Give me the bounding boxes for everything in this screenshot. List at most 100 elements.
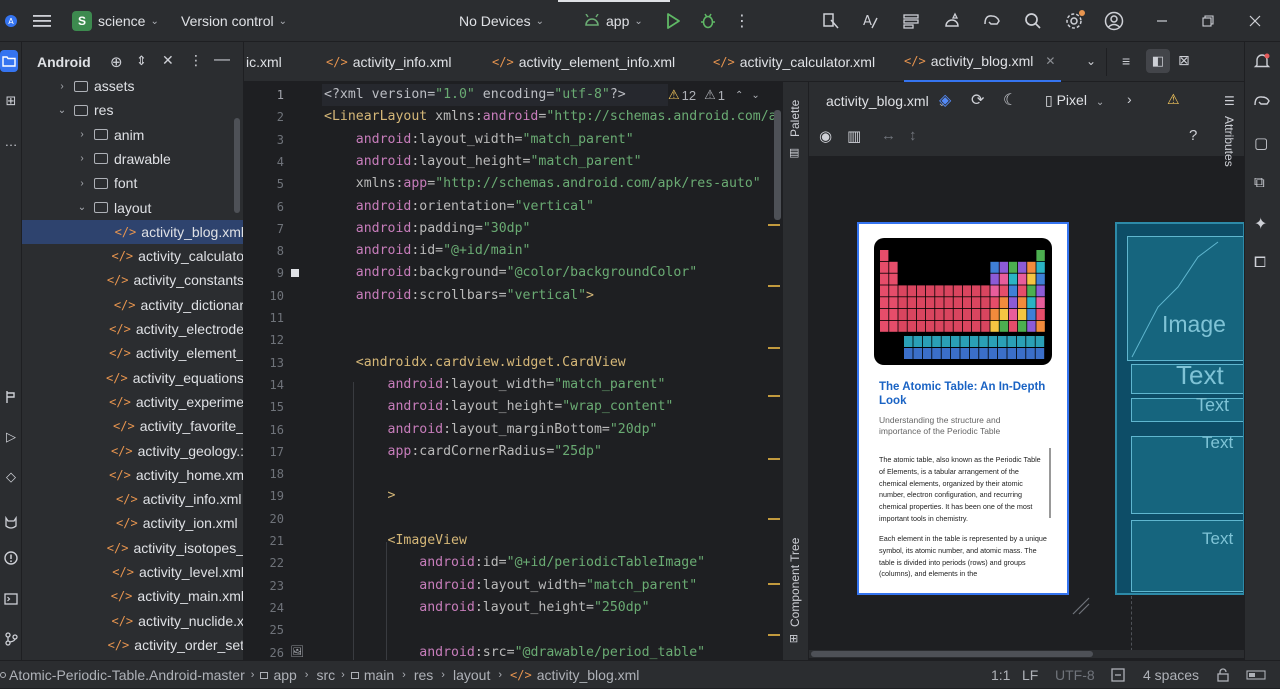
- tree-item[interactable]: </> activity_dictionar: [22, 293, 243, 317]
- settings-gear-icon[interactable]: [1063, 10, 1085, 32]
- tree-item[interactable]: › drawable: [22, 147, 243, 171]
- editor-scrollbar[interactable]: [774, 110, 781, 220]
- run-tool-icon[interactable]: ▷: [0, 426, 22, 448]
- chevron-right-icon[interactable]: ›: [76, 178, 88, 189]
- translate-icon[interactable]: A: [860, 10, 882, 32]
- chevron-down-icon[interactable]: ⌄: [76, 202, 88, 213]
- build-variants-icon[interactable]: [0, 386, 22, 408]
- tree-item[interactable]: › assets: [22, 74, 243, 98]
- code-line[interactable]: xmlns:app="http://schemas.android.com/ap…: [324, 176, 761, 191]
- chevron-right-icon[interactable]: ›: [76, 129, 88, 140]
- blueprint-preview[interactable]: Image Text Text Text Text: [1115, 222, 1244, 595]
- tree-item[interactable]: </> activity_favorite_: [22, 414, 243, 438]
- app-quality-icon[interactable]: ◇: [0, 466, 22, 488]
- tree-item[interactable]: </> activity_nuclide.x: [22, 609, 243, 633]
- tab-activity-info[interactable]: </> activity_info.xml: [326, 42, 452, 82]
- chevron-down-icon[interactable]: ⌄: [56, 105, 68, 116]
- project-view-selector[interactable]: Android: [37, 54, 91, 70]
- options-icon[interactable]: ⋮: [189, 52, 203, 69]
- code-line[interactable]: android:layout_marginBottom="20dp": [324, 422, 658, 437]
- debug-icon[interactable]: [697, 10, 719, 32]
- preview-file-selector[interactable]: activity_blog.xml ⌄: [826, 93, 946, 109]
- collapse-all-icon[interactable]: ✕: [162, 52, 174, 69]
- design-view-icon[interactable]: ⊠: [1178, 52, 1190, 69]
- warning-marker[interactable]: [768, 347, 780, 349]
- image-preview-icon[interactable]: 🖼: [290, 645, 304, 658]
- expand-all-icon[interactable]: ⇕: [136, 53, 147, 69]
- warning-marker[interactable]: [768, 458, 780, 460]
- file-encoding[interactable]: UTF-8: [1055, 661, 1095, 689]
- tree-item[interactable]: </> activity_blog.xml: [22, 219, 243, 244]
- code-line[interactable]: android:layout_height="250dp": [324, 600, 649, 615]
- android-studio-logo-icon[interactable]: A: [0, 10, 22, 32]
- running-devices-icon[interactable]: ⧠: [1254, 254, 1266, 271]
- code-line[interactable]: android:src="@drawable/period_table": [324, 645, 705, 660]
- tree-item[interactable]: › font: [22, 171, 243, 195]
- line-separator[interactable]: LF: [1022, 661, 1038, 689]
- memory-indicator-icon[interactable]: [1246, 661, 1266, 689]
- more-actions-icon[interactable]: ⋮: [731, 10, 753, 32]
- code-line[interactable]: >: [324, 488, 396, 503]
- device-mirroring-icon[interactable]: ⧉: [1254, 174, 1265, 191]
- code-line[interactable]: <androidx.cardview.widget.CardView: [324, 355, 626, 370]
- breadcrumb-res[interactable]: res: [414, 667, 433, 683]
- breadcrumb-layout[interactable]: layout: [453, 667, 490, 683]
- tree-item[interactable]: </> activity_geology.:: [22, 439, 243, 463]
- gemini-icon[interactable]: ✦: [1254, 214, 1267, 234]
- code-line[interactable]: android:orientation="vertical": [324, 199, 594, 214]
- tree-item[interactable]: </> activity_constants: [22, 268, 243, 292]
- run-icon[interactable]: [662, 10, 684, 32]
- project-tool-icon[interactable]: [0, 50, 18, 72]
- warning-marker[interactable]: [768, 518, 780, 520]
- orientation-icon[interactable]: ⟳: [971, 90, 984, 110]
- split-view-icon[interactable]: ◧: [1146, 49, 1170, 73]
- code-line[interactable]: android:layout_width="match_parent": [324, 132, 634, 147]
- palette-tab[interactable]: Palette: [788, 100, 802, 137]
- warning-marker[interactable]: [768, 224, 780, 226]
- account-icon[interactable]: [1103, 10, 1125, 32]
- code-line[interactable]: android:layout_width="match_parent": [324, 578, 697, 593]
- design-blueprint-icon[interactable]: ◈: [939, 90, 951, 110]
- chevron-right-icon[interactable]: ›: [56, 81, 68, 92]
- constraints-icon[interactable]: ▥: [847, 127, 861, 145]
- inspection-widget[interactable]: ⚠ 12 ⚠ 1 ⌃ ⌄: [668, 82, 782, 108]
- breadcrumb-file[interactable]: activity_blog.xml: [537, 667, 640, 683]
- close-window-icon[interactable]: [1244, 10, 1266, 32]
- tree-item[interactable]: </> activity_level.xml: [22, 560, 243, 584]
- component-tree-tab[interactable]: Component Tree: [788, 538, 802, 627]
- horizontal-resize-icon[interactable]: ↔: [881, 127, 896, 144]
- main-menu-icon[interactable]: [31, 10, 53, 32]
- version-control-icon[interactable]: [0, 628, 22, 650]
- phone-preview[interactable]: The Atomic Table: An In-Depth Look Under…: [857, 222, 1069, 595]
- code-line[interactable]: android:scrollbars="vertical">: [324, 288, 594, 303]
- night-mode-icon[interactable]: ☾: [1003, 90, 1017, 110]
- next-problem-icon[interactable]: ⌄: [751, 90, 759, 101]
- project-selector[interactable]: S science ⌄: [72, 0, 159, 42]
- tab-ic-xml[interactable]: ic.xml: [246, 42, 282, 82]
- view-options-eye-icon[interactable]: ◉: [819, 127, 832, 145]
- minimize-window-icon[interactable]: [1151, 10, 1173, 32]
- tab-activity-calculator[interactable]: </> activity_calculator.xml: [713, 42, 875, 82]
- logcat-icon[interactable]: [0, 512, 22, 534]
- tree-item[interactable]: </> activity_order_set: [22, 633, 243, 657]
- tree-item[interactable]: </> activity_element_: [22, 341, 243, 365]
- tab-activity-element-info[interactable]: </> activity_element_info.xml: [492, 42, 675, 82]
- code-view-icon[interactable]: ≡: [1122, 53, 1130, 69]
- device-preview-selector[interactable]: ▯ Pixel ⌄: [1045, 92, 1104, 109]
- code-line[interactable]: android:layout_width="match_parent": [324, 377, 666, 392]
- locate-file-icon[interactable]: ⊕: [110, 53, 123, 71]
- tree-item[interactable]: </> activity_info.xml: [22, 487, 243, 511]
- chevron-right-icon[interactable]: ›: [76, 153, 88, 164]
- device-file-explorer-icon[interactable]: ▢: [1254, 134, 1268, 152]
- sdk-manager-icon[interactable]: [941, 10, 963, 32]
- design-hscrollbar[interactable]: [811, 651, 1093, 657]
- breadcrumb-project[interactable]: Atomic-Periodic-Table.Android-master: [9, 667, 245, 683]
- more-toolbar-icon[interactable]: ›: [1127, 91, 1132, 107]
- tree-item[interactable]: </> activity_equations: [22, 366, 243, 390]
- notifications-bell-icon[interactable]: [1253, 52, 1271, 75]
- caret-position[interactable]: 1:1: [991, 661, 1010, 689]
- code-line[interactable]: android:background="@color/backgroundCol…: [324, 265, 697, 280]
- render-warning-icon[interactable]: ⚠: [1167, 91, 1180, 108]
- code-editor[interactable]: 1 2 3 4 5 6 7 8 9 10 11 12 13 14 15 16 17 18 19 20 21 22 23 24 2…: [244, 82, 782, 660]
- warning-marker[interactable]: [768, 395, 780, 397]
